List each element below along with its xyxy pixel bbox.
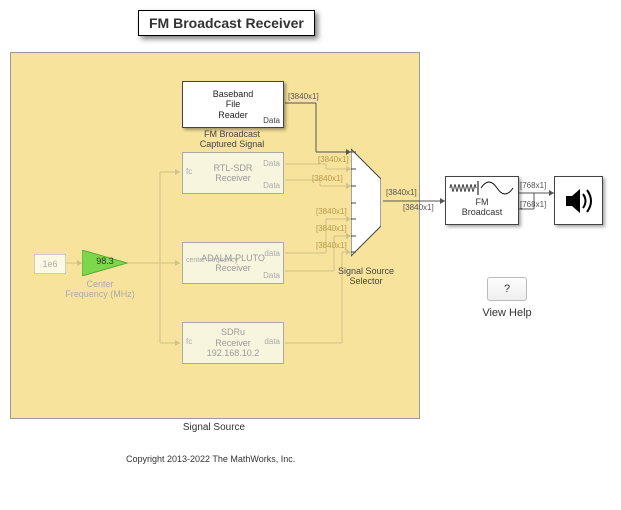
adalm-pluto-block[interactable]: ADALM-PLUTO Receiver center frequency da…: [182, 242, 284, 284]
view-help-label: View Help: [465, 307, 549, 319]
signal-source-selector-block[interactable]: [351, 144, 381, 261]
constant-1e6-block[interactable]: 1e6: [34, 254, 66, 274]
dim-fm-out-2: [768x1]: [520, 200, 546, 209]
view-help-button[interactable]: ?: [487, 277, 527, 301]
audio-device-block[interactable]: [554, 176, 603, 225]
dim-pluto-1: [3840x1]: [316, 207, 347, 216]
dim-fm-out-1: [768x1]: [520, 181, 546, 190]
copyright-text: Copyright 2013-2022 The MathWorks, Inc.: [126, 454, 295, 464]
sdru-line1: SDRu: [221, 327, 245, 337]
sdru-block[interactable]: SDRu Receiver 192.168.10.2 fc data: [182, 322, 284, 364]
baseband-file-reader-block[interactable]: Baseband File Reader Data: [182, 81, 284, 128]
dim-sdru: [3840x1]: [316, 241, 347, 250]
dim-pluto-2: [3840x1]: [316, 224, 347, 233]
diagram-canvas: Signal Source: [10, 52, 611, 492]
rtl-data-port-2: Data: [263, 181, 280, 190]
rtl-line1: RTL-SDR: [214, 163, 253, 173]
pluto-data-port: data: [264, 249, 280, 258]
dim-baseband: [3840x1]: [288, 92, 319, 101]
sdru-data-port: data: [264, 337, 280, 346]
dim-rtl-1: [3840x1]: [318, 155, 349, 164]
signal-source-label: Signal Source: [10, 422, 418, 433]
sdru-fc-port: fc: [186, 337, 192, 346]
rtl-data-port: Data: [263, 159, 280, 168]
dim-selector-out-top: [3840x1]: [386, 188, 417, 197]
fm-broadcast-label: FM Broadcast: [446, 198, 518, 218]
pluto-fc-port: center frequency: [186, 257, 238, 265]
baseband-port-data: Data: [263, 116, 280, 125]
baseband-line2: File: [226, 99, 241, 109]
rtl-sdr-block[interactable]: RTL-SDR Receiver fc Data Data: [182, 152, 284, 194]
baseband-line3: Reader: [218, 110, 248, 120]
baseband-line1: Baseband: [213, 89, 254, 99]
rtl-fc-port: fc: [186, 167, 192, 176]
dim-rtl-2: [3840x1]: [312, 174, 343, 183]
selector-label: Signal Source Selector: [325, 267, 407, 287]
rtl-line2: Receiver: [215, 173, 251, 183]
center-frequency-label: Center Frequency (MHz): [60, 280, 140, 300]
wave-icon: [449, 180, 515, 196]
baseband-caption: FM Broadcast Captured Signal: [172, 129, 292, 149]
sdru-line2: Receiver: [215, 338, 251, 348]
gain-value: 98.3: [91, 256, 119, 266]
model-title: FM Broadcast Receiver: [138, 10, 315, 36]
sdru-line3: 192.168.10.2: [207, 348, 260, 358]
pluto-data-port-2: Data: [263, 271, 280, 280]
dim-selector-out-bot: [3840x1]: [403, 203, 434, 212]
speaker-icon: [562, 184, 596, 218]
fm-broadcast-block[interactable]: FM Broadcast: [445, 176, 519, 225]
